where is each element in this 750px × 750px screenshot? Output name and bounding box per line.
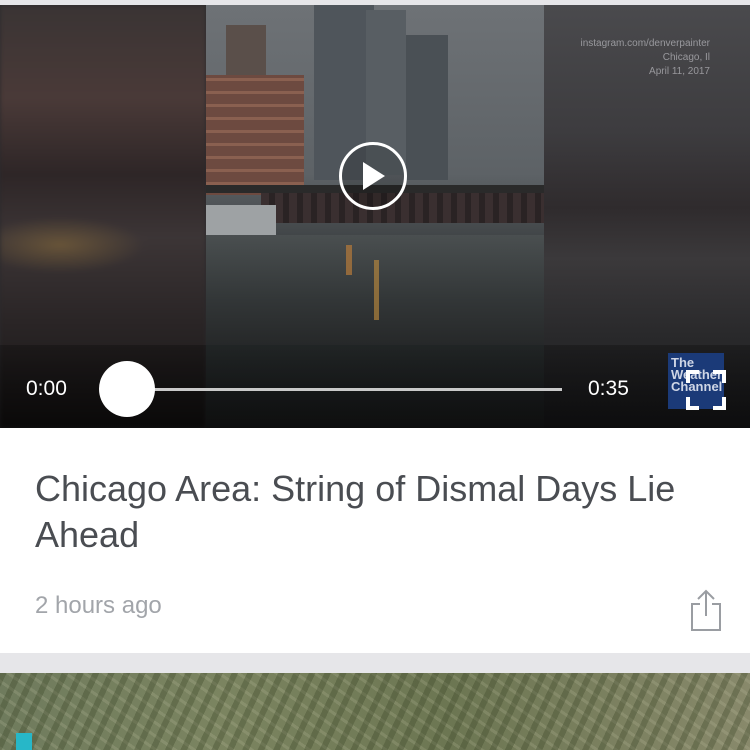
- current-time: 0:00: [26, 377, 67, 400]
- video-watermark: instagram.com/denverpainter Chicago, Il …: [580, 37, 710, 79]
- timestamp: 2 hours ago: [35, 592, 162, 619]
- share-button[interactable]: [689, 588, 723, 632]
- share-icon: [691, 589, 721, 631]
- video-controls: 0:00 0:35 The Weather Channel: [0, 345, 750, 428]
- brick-building: [206, 75, 304, 195]
- watermark-line: instagram.com/denverpainter: [580, 38, 710, 49]
- watermark-line: Chicago, Il: [662, 52, 710, 63]
- building: [406, 35, 448, 180]
- duration: 0:35: [588, 377, 629, 400]
- fullscreen-button[interactable]: [685, 369, 727, 411]
- article-card[interactable]: Chicago Area: String of Dismal Days Lie …: [0, 428, 750, 653]
- play-icon: [363, 162, 385, 190]
- watermark-line: April 11, 2017: [649, 66, 710, 77]
- light-reflection: [374, 260, 379, 320]
- bridge-truss: [261, 193, 544, 223]
- video-player[interactable]: instagram.com/denverpainter Chicago, Il …: [0, 5, 750, 428]
- progress-scrubber[interactable]: [99, 361, 155, 417]
- play-button[interactable]: [339, 142, 407, 210]
- fullscreen-icon: [686, 370, 726, 410]
- next-article-map-image[interactable]: [0, 673, 750, 750]
- article-title[interactable]: Chicago Area: String of Dismal Days Lie …: [35, 466, 725, 558]
- light-reflection: [346, 245, 352, 275]
- progress-track[interactable]: [127, 388, 562, 391]
- map-marker: [16, 733, 32, 750]
